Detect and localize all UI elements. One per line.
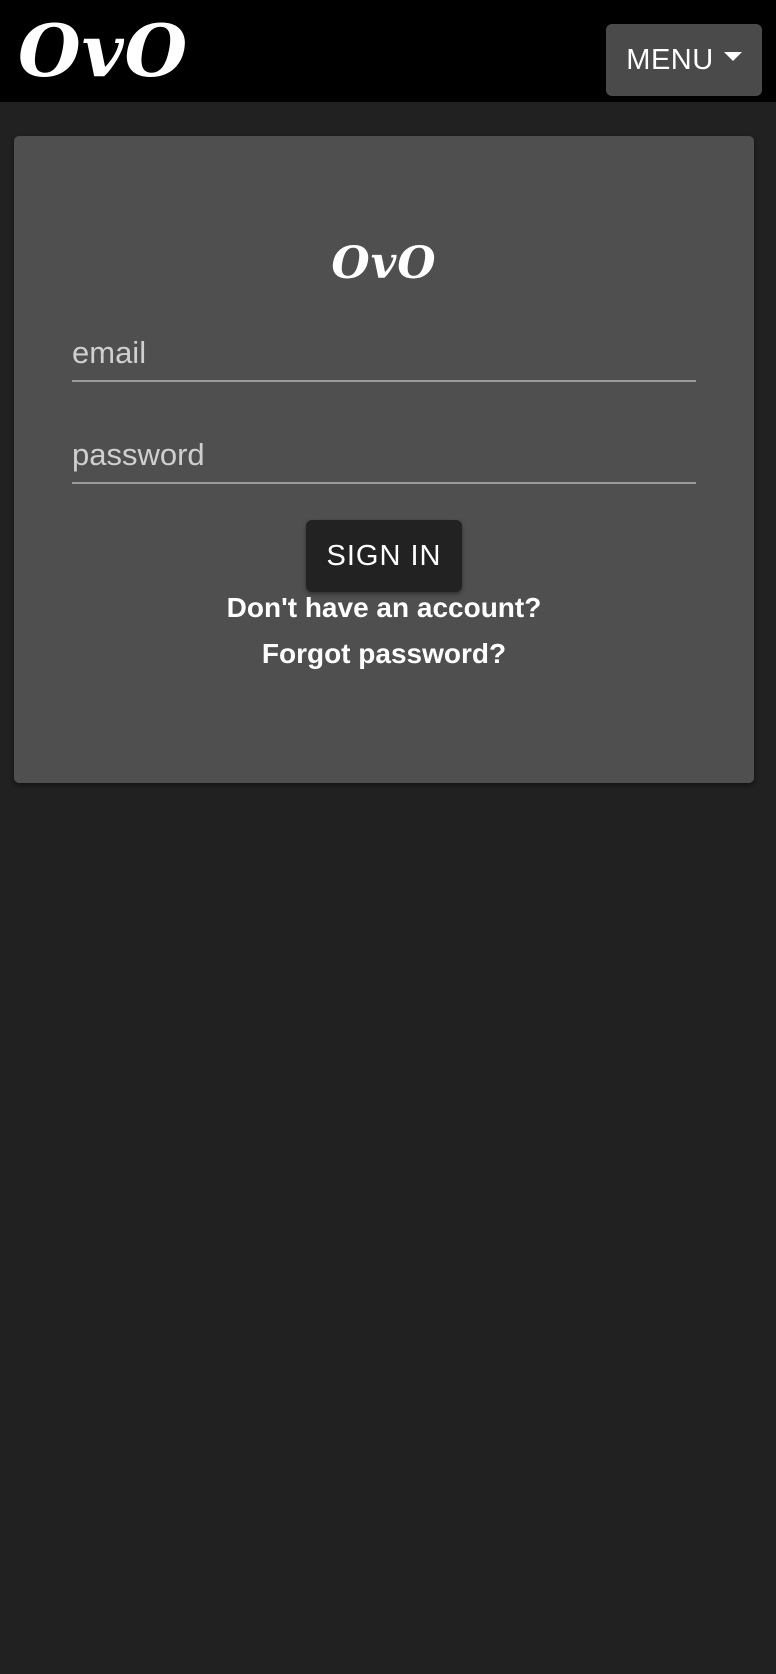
brand-logo[interactable]: OvO [18, 8, 188, 94]
card-logo: OvO [331, 238, 437, 289]
forgot-password-link[interactable]: Forgot password? [14, 636, 754, 672]
sign-in-button[interactable]: SIGN IN [306, 520, 462, 592]
menu-button-label: MENU [626, 43, 714, 76]
sign-in-button-label: SIGN IN [326, 539, 442, 572]
top-navbar: OvO MENU [0, 0, 776, 102]
password-field[interactable] [72, 428, 696, 482]
menu-button[interactable]: MENU [606, 24, 762, 96]
login-card: OvO SIGN IN Don't have an account? Forgo… [14, 136, 754, 783]
password-field-container [72, 428, 696, 484]
email-field-container [72, 326, 696, 382]
caret-down-icon [723, 51, 742, 61]
email-field[interactable] [72, 326, 696, 380]
register-link[interactable]: Don't have an account? [14, 590, 754, 626]
